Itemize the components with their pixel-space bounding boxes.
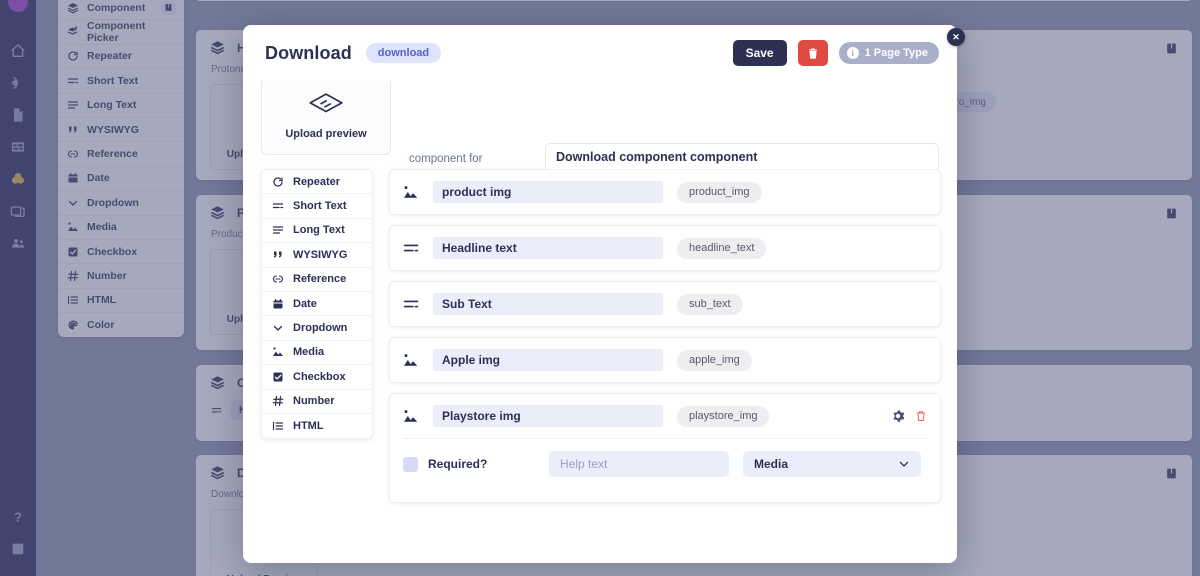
field-name-input[interactable] xyxy=(433,349,663,371)
field-key-badge: playstore_img xyxy=(677,405,770,427)
screen: ? Component Component Picker Repeater xyxy=(0,0,1200,576)
field-row-main: headline_text xyxy=(403,237,927,259)
field-row[interactable]: sub_text xyxy=(389,281,941,327)
page-type-badge[interactable]: i 1 Page Type xyxy=(838,42,939,64)
field-row[interactable]: headline_text xyxy=(389,225,941,271)
long-text-icon xyxy=(271,224,284,237)
palette-item-label: WYSIWYG xyxy=(293,248,348,261)
delete-component-button[interactable] xyxy=(797,40,828,66)
field-row-main: playstore_img xyxy=(403,405,927,427)
palette-item-dropdown[interactable]: Dropdown xyxy=(262,316,372,341)
media-icon xyxy=(403,185,419,199)
required-label: Required? xyxy=(428,457,488,471)
field-key-badge: sub_text xyxy=(677,293,743,315)
trash-icon xyxy=(807,47,819,60)
palette-item-label: Date xyxy=(293,297,317,310)
field-name-input[interactable] xyxy=(433,237,663,259)
reference-icon xyxy=(271,273,284,286)
field-row-main: product_img xyxy=(403,181,927,203)
required-toggle[interactable]: Required? xyxy=(403,456,535,472)
palette-item-label: Number xyxy=(293,395,335,408)
checkbox-icon xyxy=(271,370,284,383)
field-row-main: sub_text xyxy=(403,293,927,315)
short-text-icon xyxy=(271,200,284,213)
palette-item-reference[interactable]: Reference xyxy=(262,268,372,292)
field-name-input[interactable] xyxy=(433,181,663,203)
component-name-col: 172 characters remaining xyxy=(545,81,939,169)
component-name-input[interactable] xyxy=(545,143,939,169)
upload-preview-dropzone[interactable]: Upload preview xyxy=(261,81,391,155)
palette-item-label: Reference xyxy=(293,273,347,286)
field-name-input[interactable] xyxy=(433,405,663,427)
palette-item-label: HTML xyxy=(293,420,324,433)
component-description: component for improved editing experienc… xyxy=(409,153,483,165)
palette-item-label: Checkbox xyxy=(293,370,346,383)
quote-icon xyxy=(271,248,284,261)
palette-item-label: Dropdown xyxy=(293,322,348,335)
palette-item-checkbox[interactable]: Checkbox xyxy=(262,365,372,390)
palette-item-label: Short Text xyxy=(293,200,347,213)
page-type-label: 1 Page Type xyxy=(864,47,928,59)
trash-icon[interactable] xyxy=(915,409,927,423)
palette-item-wysiwyg[interactable]: WYSIWYG xyxy=(262,243,372,268)
palette-item-media[interactable]: Media xyxy=(262,341,372,366)
palette-item-date[interactable]: Date xyxy=(262,292,372,317)
field-row-expanded[interactable]: playstore_img Required? Me xyxy=(389,393,941,503)
box-icon xyxy=(307,91,345,121)
field-key-badge: product_img xyxy=(677,181,762,203)
media-icon xyxy=(403,353,419,367)
palette-item-label: Long Text xyxy=(293,224,345,237)
palette-item-html[interactable]: HTML xyxy=(262,414,372,438)
field-row-main: apple_img xyxy=(403,349,927,371)
palette-item-number[interactable]: Number xyxy=(262,390,372,414)
media-icon xyxy=(271,346,284,359)
hash-icon xyxy=(271,395,284,408)
info-icon: i xyxy=(846,47,859,59)
field-row[interactable]: apple_img xyxy=(389,337,941,383)
calendar-icon xyxy=(271,297,284,310)
palette-item-long-text[interactable]: Long Text xyxy=(262,219,372,244)
save-button[interactable]: Save xyxy=(732,40,787,66)
modal-header-actions: Save i 1 Page Type xyxy=(732,40,939,66)
field-type-select-value: Media xyxy=(754,457,789,471)
modal-header: Download download Save i 1 Page Type xyxy=(243,25,957,81)
field-type-palette: Repeater Short Text Long Text WYSIWYG Re… xyxy=(261,169,373,440)
chevron-down-icon xyxy=(271,322,284,335)
repeater-icon xyxy=(271,175,284,188)
field-key-badge: apple_img xyxy=(677,349,752,371)
list-icon xyxy=(271,420,284,433)
field-name-input[interactable] xyxy=(433,293,663,315)
component-slug-tag: download xyxy=(365,43,442,63)
field-type-select[interactable]: Media xyxy=(743,451,921,477)
component-fields-list: product_img headline_text sub_text xyxy=(389,169,941,503)
chevron-down-icon xyxy=(898,458,910,470)
field-row[interactable]: product_img xyxy=(389,169,941,215)
short-text-icon xyxy=(403,241,419,255)
close-modal-button[interactable]: ✕ xyxy=(947,28,965,46)
component-editor-modal: Download download Save i 1 Page Type Upl… xyxy=(243,25,957,563)
help-text-input[interactable] xyxy=(549,451,729,477)
media-icon xyxy=(403,409,419,423)
field-key-badge: headline_text xyxy=(677,237,767,259)
upload-preview-label: Upload preview xyxy=(285,127,367,140)
modal-meta-row: Upload preview component for improved ed… xyxy=(243,81,957,169)
palette-item-repeater[interactable]: Repeater xyxy=(262,170,372,195)
palette-item-short-text[interactable]: Short Text xyxy=(262,194,372,219)
modal-body: Repeater Short Text Long Text WYSIWYG Re… xyxy=(243,169,957,503)
short-text-icon xyxy=(403,297,419,311)
palette-item-label: Media xyxy=(293,346,325,359)
gear-icon[interactable] xyxy=(891,409,905,423)
modal-title: Download xyxy=(265,42,352,63)
field-row-tools xyxy=(891,409,927,423)
component-description-col: component for improved editing experienc… xyxy=(409,81,527,169)
field-settings-panel: Required? Media xyxy=(403,438,927,491)
palette-item-label: Repeater xyxy=(293,175,341,188)
required-checkbox[interactable] xyxy=(403,456,418,472)
